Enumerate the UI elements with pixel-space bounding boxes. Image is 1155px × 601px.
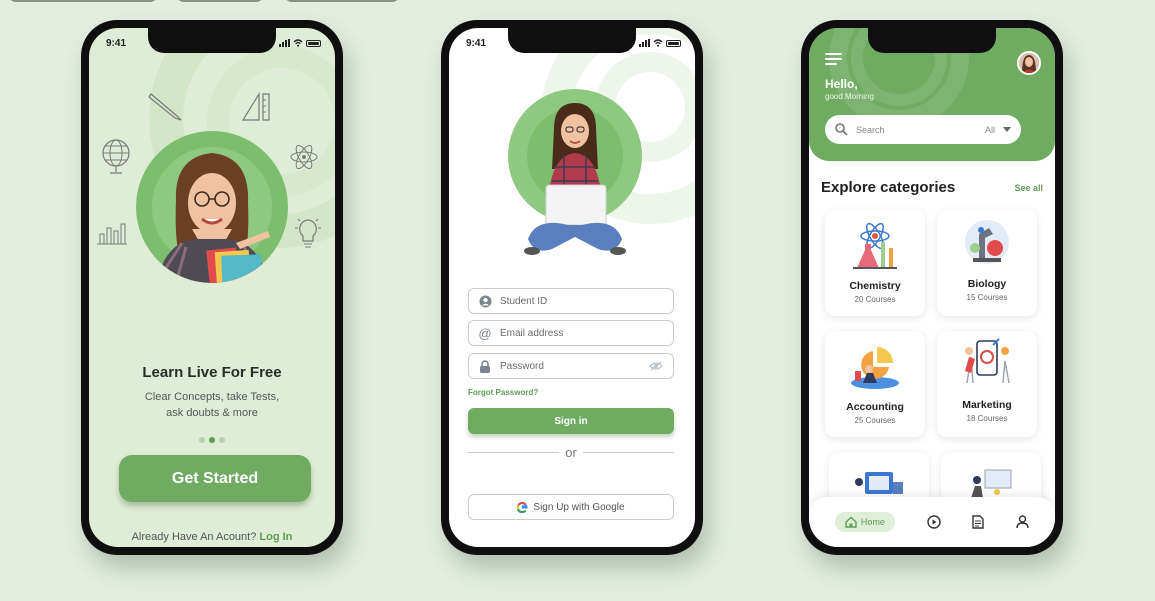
student-laptop-illustration <box>524 103 626 255</box>
pagination-dot-active[interactable] <box>209 437 215 443</box>
hamburger-menu-icon[interactable] <box>825 53 842 68</box>
email-field[interactable]: @ Email address <box>468 320 674 346</box>
phone-notch <box>868 28 996 53</box>
category-card-marketing[interactable]: Marketing 18 Courses <box>937 331 1037 437</box>
category-count: 20 Courses <box>854 295 896 304</box>
google-signup-label: Sign Up with Google <box>533 501 625 513</box>
status-icons <box>639 39 681 47</box>
nav-home[interactable]: Home <box>834 512 895 532</box>
search-icon <box>835 123 848 136</box>
pagination-dots[interactable] <box>89 437 335 443</box>
greeting-subtext: good Morning <box>825 92 874 101</box>
login-footer: Already Have An Acount? Log In <box>89 531 335 543</box>
chevron-down-icon[interactable] <box>1003 127 1011 132</box>
signin-portrait-circle <box>508 89 642 255</box>
or-label: or <box>565 445 577 460</box>
pencil-doodle-icon <box>148 93 182 121</box>
explore-screen: Hello, good Morning Search All Explore c… <box>809 28 1055 547</box>
search-bar[interactable]: Search All <box>825 115 1021 144</box>
phone-signin: 9:41 Student ID @ Email address Password… <box>441 20 703 555</box>
or-divider: or <box>468 445 674 460</box>
status-time: 9:41 <box>466 38 487 49</box>
status-time: 9:41 <box>106 38 127 49</box>
top-tab-pill <box>284 0 400 2</box>
student-illustration <box>152 147 272 283</box>
greeting-text: Hello, <box>825 77 858 91</box>
forgot-password-link[interactable]: Forgot Password? <box>468 388 538 397</box>
divider-line <box>468 452 560 453</box>
see-all-link[interactable]: See all <box>1014 183 1043 193</box>
chemistry-illustration <box>853 222 897 269</box>
onboarding-subtitle-line1: Clear Concepts, take Tests, <box>144 391 280 403</box>
globe-doodle-icon <box>102 139 130 174</box>
category-card-chemistry[interactable]: Chemistry 20 Courses <box>825 210 925 316</box>
phone-notch <box>508 28 636 53</box>
lock-icon <box>478 359 492 373</box>
signin-screen: 9:41 Student ID @ Email address Password… <box>449 28 695 547</box>
battery-icon <box>666 39 681 47</box>
phone-notch <box>148 28 276 53</box>
category-name: Marketing <box>962 399 1012 411</box>
signal-icon <box>279 39 290 47</box>
nav-home-label: Home <box>860 517 885 527</box>
search-placeholder: Search <box>856 124 885 135</box>
pagination-dot[interactable] <box>199 437 205 443</box>
category-count: 18 Courses <box>966 414 1008 423</box>
accounting-illustration <box>851 347 899 389</box>
hero-portrait-circle <box>136 131 288 283</box>
wifi-icon <box>293 39 303 47</box>
sign-in-button[interactable]: Sign in <box>468 408 674 434</box>
password-field[interactable]: Password <box>468 353 674 379</box>
student-id-field[interactable]: Student ID <box>468 288 674 314</box>
play-icon[interactable] <box>926 515 941 529</box>
top-tab-pill <box>176 0 264 2</box>
google-icon <box>517 501 529 513</box>
category-name: Chemistry <box>849 280 901 292</box>
category-count: 15 Courses <box>966 293 1008 302</box>
wifi-icon <box>653 39 663 47</box>
password-placeholder: Password <box>500 360 544 372</box>
top-tab-pill <box>8 0 158 2</box>
phone-explore: Hello, good Morning Search All Explore c… <box>801 20 1063 555</box>
onboarding-subtitle-line2: ask doubts & more <box>166 407 258 419</box>
document-icon[interactable] <box>972 515 985 529</box>
login-footer-text: Already Have An Acount? <box>131 531 257 543</box>
email-placeholder: Email address <box>500 327 564 339</box>
pagination-dot[interactable] <box>219 437 225 443</box>
avatar[interactable] <box>1017 51 1041 75</box>
search-filter-value[interactable]: All <box>985 125 995 135</box>
signal-icon <box>639 39 650 47</box>
category-name: Biology <box>967 278 1007 290</box>
atom-doodle-icon <box>290 144 318 170</box>
get-started-button[interactable]: Get Started <box>119 455 311 502</box>
login-link[interactable]: Log In <box>259 531 292 543</box>
bar-chart-doodle-icon <box>97 223 127 245</box>
lightbulb-doodle-icon <box>295 218 321 248</box>
phone-onboarding: 9:41 Learn Live For Free Clear Concepts,… <box>81 20 343 555</box>
profile-icon[interactable] <box>1016 515 1029 529</box>
bottom-navigation: Home <box>809 497 1055 547</box>
category-count: 25 Courses <box>854 416 896 425</box>
at-sign-icon: @ <box>478 325 492 341</box>
section-title: Explore categories <box>821 179 956 196</box>
onboarding-screen: 9:41 Learn Live For Free Clear Concepts,… <box>89 28 335 547</box>
category-card-biology[interactable]: Biology 15 Courses <box>937 210 1037 316</box>
marketing-illustration <box>965 338 1010 384</box>
student-id-placeholder: Student ID <box>500 295 548 307</box>
divider-line <box>582 452 674 453</box>
home-icon <box>845 516 857 528</box>
google-signup-button[interactable]: Sign Up with Google <box>468 494 674 520</box>
onboarding-title: Learn Live For Free <box>142 364 282 381</box>
category-card-accounting[interactable]: Accounting 25 Courses <box>825 331 925 437</box>
ruler-doodle-icon <box>241 91 270 121</box>
user-icon <box>478 294 492 308</box>
eye-hidden-icon[interactable] <box>649 361 663 371</box>
category-name: Accounting <box>846 401 904 413</box>
status-icons <box>279 39 321 47</box>
biology-illustration <box>965 220 1009 264</box>
battery-icon <box>306 39 321 47</box>
